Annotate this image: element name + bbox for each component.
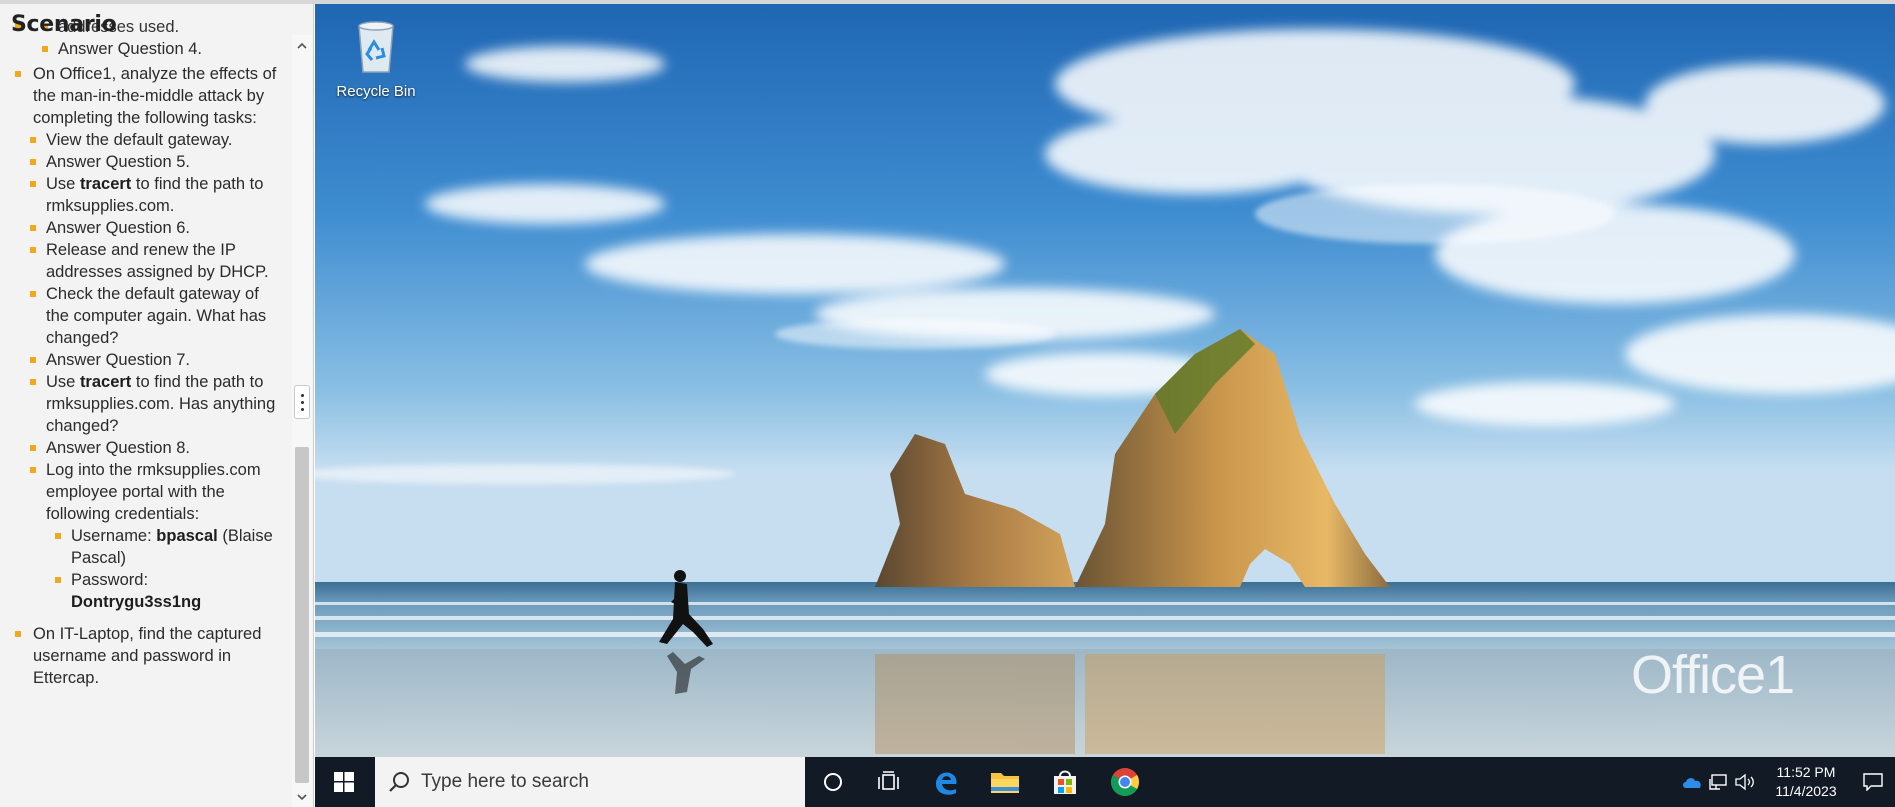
- search-icon: [389, 772, 409, 792]
- notification-button[interactable]: [1851, 757, 1895, 807]
- cortana-button[interactable]: [805, 757, 861, 807]
- list-item: Answer Question 4.: [33, 38, 282, 60]
- store-button[interactable]: [1035, 757, 1095, 807]
- list-item: Answer Question 8.: [21, 437, 282, 459]
- scenario-panel: Scenario addresses used. Answer Question…: [0, 0, 314, 807]
- recycle-bin-icon: [358, 21, 394, 73]
- taskbar-search[interactable]: [375, 757, 805, 807]
- edge-icon: [936, 772, 957, 795]
- task-it-laptop: On IT-Laptop, find the captured username…: [0, 623, 292, 689]
- file-explorer-icon: [991, 773, 1019, 793]
- onedrive-icon[interactable]: [1677, 757, 1707, 807]
- chrome-button[interactable]: [1095, 757, 1155, 807]
- cortana-icon: [824, 773, 842, 791]
- notification-icon: [1863, 773, 1883, 791]
- recycle-bin-shortcut[interactable]: Recycle Bin: [333, 18, 419, 100]
- list-item: Use tracert to find the path to rmksuppl…: [21, 371, 282, 437]
- taskbar: 11:52 PM 11/4/2023: [315, 757, 1895, 807]
- panel-resize-handle[interactable]: [294, 385, 310, 419]
- list-item: View the default gateway.: [21, 129, 282, 151]
- task-view-icon: [878, 771, 899, 790]
- windows-logo-icon: [334, 772, 354, 792]
- search-input[interactable]: [421, 771, 801, 793]
- list-item: Answer Question 7.: [21, 349, 282, 371]
- list-item: Answer Question 6.: [21, 217, 282, 239]
- scenario-scrollbar[interactable]: [292, 35, 312, 807]
- clock-time: 11:52 PM: [1776, 764, 1836, 780]
- file-explorer-button[interactable]: [975, 757, 1035, 807]
- chrome-icon: [1111, 768, 1139, 796]
- network-icon[interactable]: [1705, 757, 1731, 807]
- vm-name-watermark: Office1: [1631, 645, 1795, 705]
- scenario-scroll-area[interactable]: addresses used. Answer Question 4. On Of…: [0, 0, 292, 807]
- task-view-button[interactable]: [861, 757, 917, 807]
- store-icon: [1054, 770, 1076, 794]
- scenario-content: addresses used. Answer Question 4. On Of…: [0, 16, 292, 689]
- list-item: Use tracert to find the path to rmksuppl…: [21, 173, 282, 217]
- list-item: Log into the rmksupplies.com employee po…: [21, 459, 282, 613]
- scroll-thumb[interactable]: [295, 447, 309, 783]
- taskbar-clock[interactable]: 11:52 PM 11/4/2023: [1765, 757, 1847, 807]
- edge-button[interactable]: [917, 757, 975, 807]
- volume-icon[interactable]: [1731, 757, 1759, 807]
- task-office1: On Office1, analyze the effects of the m…: [0, 63, 292, 613]
- credential-username: Username: bpascal (Blaise Pascal): [46, 525, 282, 569]
- recycle-bin-label: Recycle Bin: [336, 83, 416, 100]
- scenario-title: Scenario: [11, 12, 117, 37]
- start-button[interactable]: [315, 757, 373, 807]
- scroll-down-icon[interactable]: [296, 791, 308, 803]
- list-item: Answer Question 5.: [21, 151, 282, 173]
- scroll-up-icon[interactable]: [296, 40, 308, 52]
- list-item: Release and renew the IP addresses assig…: [21, 239, 282, 283]
- credential-password: Password: Dontrygu3ss1ng: [46, 569, 282, 613]
- clock-date: 11/4/2023: [1775, 783, 1837, 799]
- list-item: Check the default gateway of the compute…: [21, 283, 282, 349]
- desktop[interactable]: Recycle Bin Office1: [315, 4, 1895, 757]
